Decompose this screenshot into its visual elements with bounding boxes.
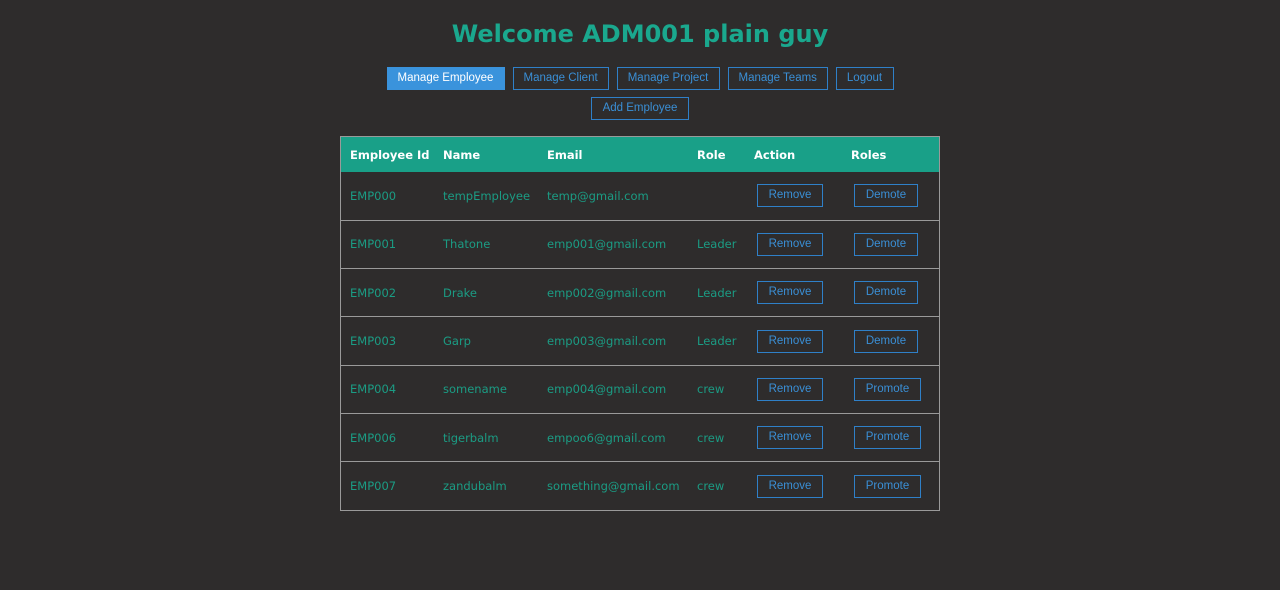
cell-name: Garp [443, 334, 471, 349]
cell-email: emp004@gmail.com [547, 382, 667, 397]
table-row: EMP004 somename emp004@gmail.com crew Re… [341, 365, 939, 413]
cell-role: Leader [697, 285, 737, 300]
header-email: Email [547, 147, 583, 162]
header-action: Action [754, 147, 796, 162]
cell-name: Drake [443, 285, 477, 300]
cell-role: crew [697, 479, 725, 494]
table-row: EMP003 Garp emp003@gmail.com Leader Remo… [341, 316, 939, 365]
demote-button[interactable]: Demote [854, 281, 918, 305]
cell-action: Remove [745, 365, 842, 413]
cell-email: temp@gmail.com [547, 188, 649, 203]
cell-roles: Promote [842, 462, 939, 510]
cell-action: Remove [745, 269, 842, 317]
cell-action: Remove [745, 220, 842, 268]
secondary-actions: Add Employee [0, 97, 1280, 120]
cell-employee-id: EMP002 [350, 285, 397, 300]
cell-action: Remove [745, 462, 842, 510]
nav-bar: Manage Employee Manage Client Manage Pro… [0, 67, 1280, 90]
cell-roles: Demote [842, 269, 939, 317]
demote-button[interactable]: Demote [854, 329, 918, 353]
cell-action: Remove [745, 413, 842, 461]
table-row: EMP006 tigerbalm empoo6@gmail.com crew R… [341, 413, 939, 461]
cell-employee-id: EMP003 [350, 334, 397, 349]
cell-roles: Promote [842, 413, 939, 461]
remove-button[interactable]: Remove [757, 281, 823, 305]
cell-employee-id: EMP000 [350, 188, 397, 203]
table-row: EMP001 Thatone emp001@gmail.com Leader R… [341, 220, 939, 268]
remove-button[interactable]: Remove [757, 184, 823, 208]
employee-table-container: Employee Id Name Email Role Action Roles… [340, 136, 940, 512]
cell-name: Thatone [443, 237, 491, 252]
table-row: EMP000 tempEmployee temp@gmail.com Remov… [341, 172, 939, 220]
cell-role: crew [697, 430, 725, 445]
cell-email: emp003@gmail.com [547, 334, 667, 349]
remove-button[interactable]: Remove [757, 474, 823, 498]
logout-button[interactable]: Logout [835, 67, 894, 90]
cell-employee-id: EMP006 [350, 430, 397, 445]
remove-button[interactable]: Remove [757, 426, 823, 450]
page-title: Welcome ADM001 plain guy [451, 20, 829, 48]
page: Welcome ADM001 plain guy Manage Employee… [0, 0, 1280, 590]
manage-teams-button[interactable]: Manage Teams [727, 67, 828, 90]
table-row: EMP007 zandubalm something@gmail.com cre… [341, 461, 939, 510]
header-employee-id: Employee Id [350, 147, 430, 162]
promote-button[interactable]: Promote [854, 474, 921, 498]
remove-button[interactable]: Remove [757, 329, 823, 353]
table-header: Employee Id Name Email Role Action Roles [341, 137, 939, 172]
cell-employee-id: EMP001 [350, 237, 397, 252]
add-employee-button[interactable]: Add Employee [591, 97, 689, 120]
cell-roles: Promote [842, 365, 939, 413]
header-name: Name [443, 147, 481, 162]
cell-role [688, 172, 745, 220]
header-roles: Roles [851, 147, 887, 162]
cell-roles: Demote [842, 172, 939, 220]
manage-client-button[interactable]: Manage Client [512, 67, 609, 90]
remove-button[interactable]: Remove [757, 232, 823, 256]
demote-button[interactable]: Demote [854, 232, 918, 256]
cell-email: something@gmail.com [547, 479, 680, 494]
cell-roles: Demote [842, 317, 939, 365]
promote-button[interactable]: Promote [854, 426, 921, 450]
cell-name: tempEmployee [443, 188, 531, 203]
cell-action: Remove [745, 317, 842, 365]
remove-button[interactable]: Remove [757, 377, 823, 401]
cell-email: emp001@gmail.com [547, 237, 667, 252]
employee-table: Employee Id Name Email Role Action Roles… [341, 137, 939, 510]
cell-email: empoo6@gmail.com [547, 430, 666, 445]
cell-name: tigerbalm [443, 430, 499, 445]
cell-employee-id: EMP007 [350, 479, 397, 494]
manage-project-button[interactable]: Manage Project [616, 67, 720, 90]
demote-button[interactable]: Demote [854, 184, 918, 208]
header-role: Role [697, 147, 726, 162]
table-header-row: Employee Id Name Email Role Action Roles [341, 137, 939, 172]
cell-employee-id: EMP004 [350, 382, 397, 397]
cell-role: crew [697, 382, 725, 397]
table-body: EMP000 tempEmployee temp@gmail.com Remov… [341, 172, 939, 510]
cell-role: Leader [697, 237, 737, 252]
manage-employee-button[interactable]: Manage Employee [386, 67, 505, 90]
table-row: EMP002 Drake emp002@gmail.com Leader Rem… [341, 268, 939, 317]
cell-role: Leader [697, 334, 737, 349]
cell-name: somename [443, 382, 507, 397]
cell-roles: Demote [842, 220, 939, 268]
cell-name: zandubalm [443, 479, 507, 494]
promote-button[interactable]: Promote [854, 377, 921, 401]
cell-email: emp002@gmail.com [547, 285, 667, 300]
cell-action: Remove [745, 172, 842, 220]
